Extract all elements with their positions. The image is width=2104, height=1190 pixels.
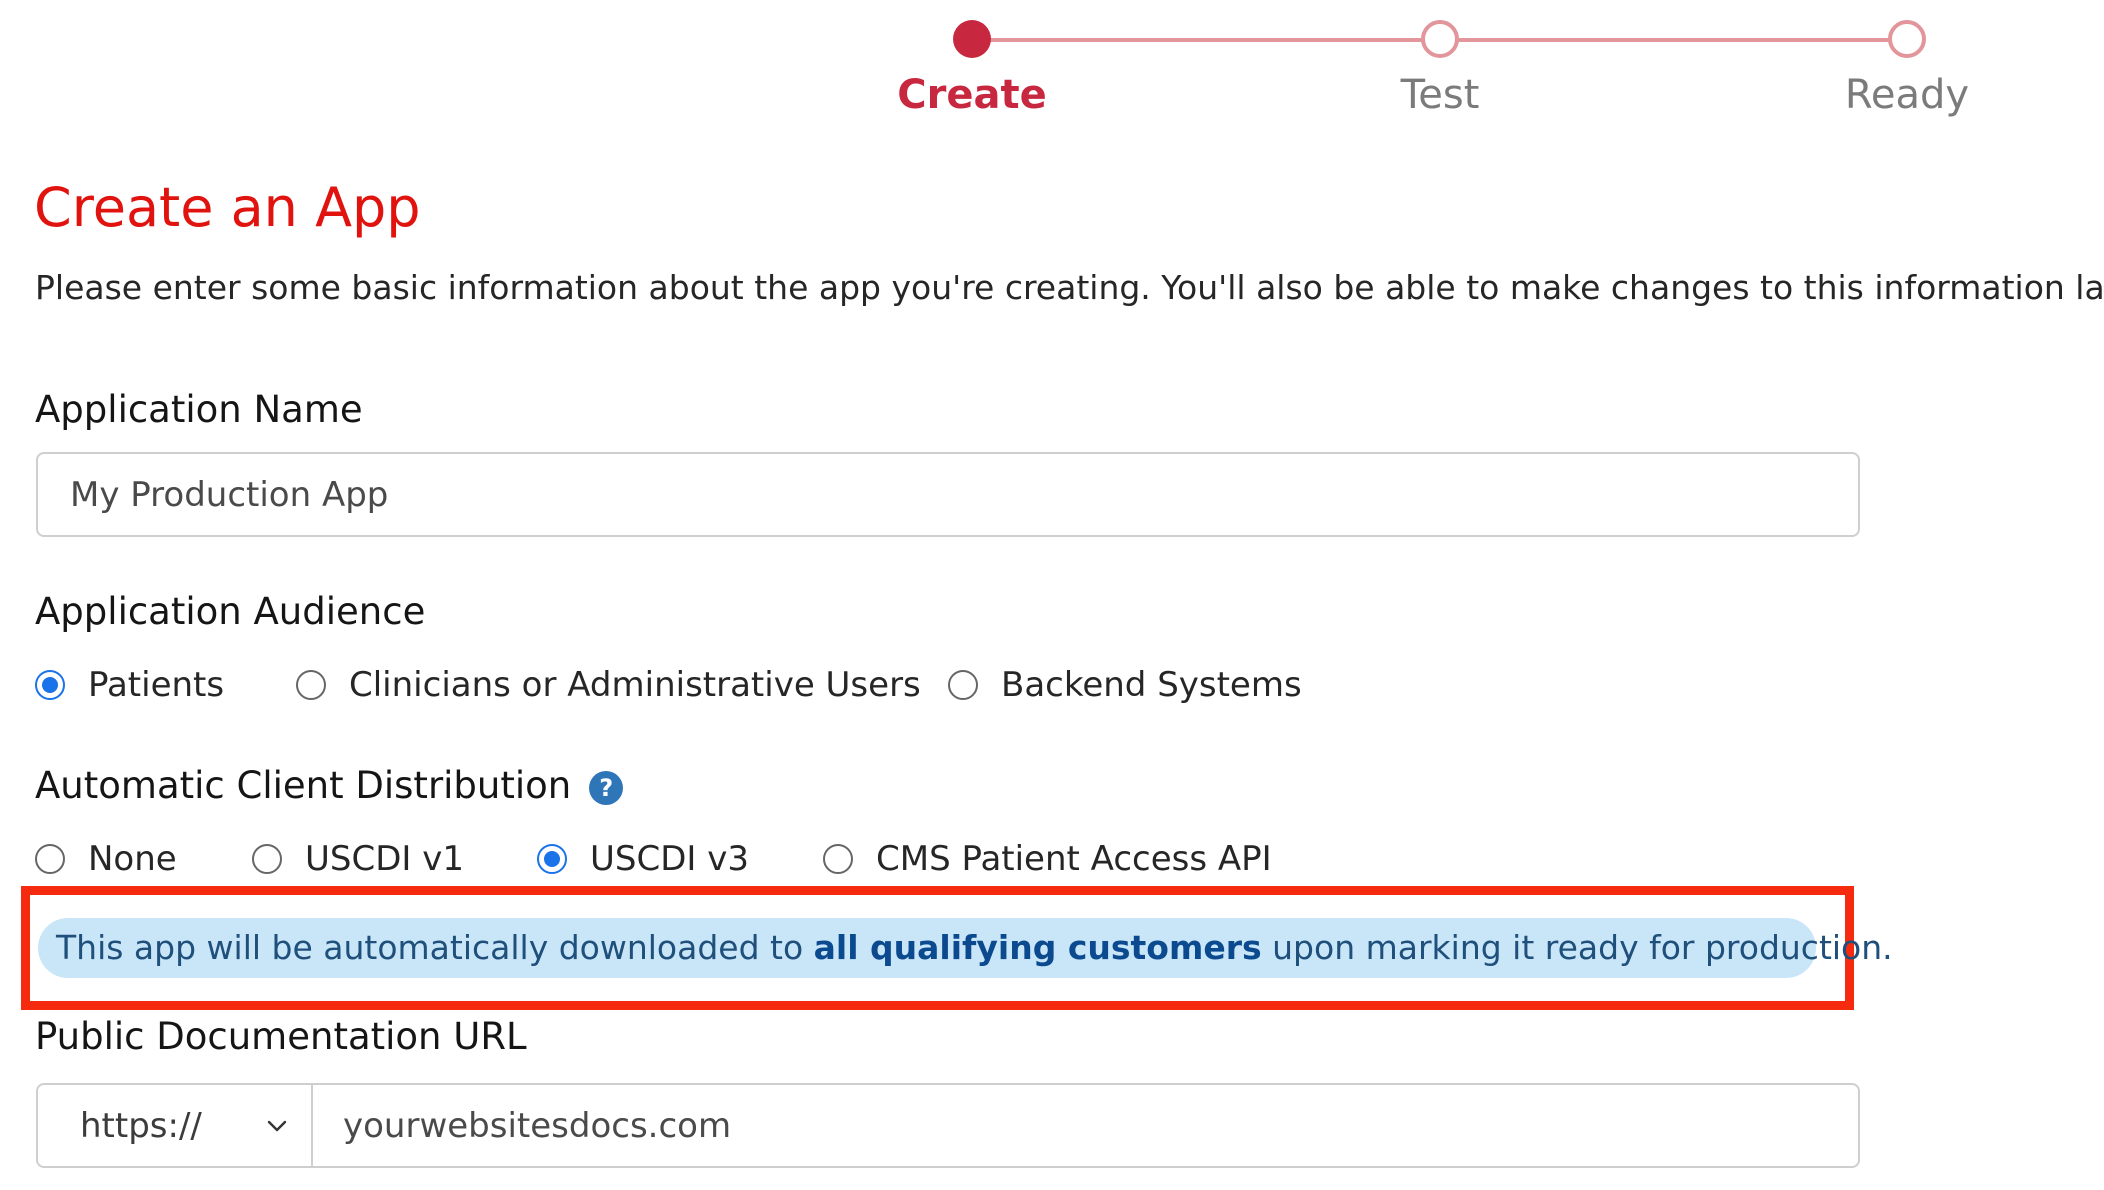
distribution-info-message: This app will be automatically downloade… bbox=[38, 918, 1893, 978]
stepper-line-create-test bbox=[972, 38, 1452, 42]
progress-stepper: Create Test Ready bbox=[0, 0, 2104, 130]
protocol-select-value: https:// bbox=[80, 1105, 202, 1146]
page-intro: Please enter some basic information abou… bbox=[35, 268, 2104, 307]
distribution-option-uscdi-v3[interactable]: USCDI v3 bbox=[537, 839, 823, 879]
distribution-option-none[interactable]: None bbox=[35, 839, 252, 879]
info-text-before: This app will be automatically downloade… bbox=[56, 928, 814, 967]
step-label-ready: Ready bbox=[1844, 72, 1970, 118]
distribution-option-label: USCDI v3 bbox=[590, 839, 749, 879]
step-dot-test bbox=[1421, 20, 1459, 58]
distribution-option-cms-patient-access[interactable]: CMS Patient Access API bbox=[823, 839, 1272, 879]
documentation-url-input[interactable] bbox=[313, 1085, 1858, 1166]
client-distribution-label-text: Automatic Client Distribution bbox=[35, 764, 572, 807]
audience-option-label: Backend Systems bbox=[1001, 665, 1302, 705]
audience-option-patients[interactable]: Patients bbox=[35, 665, 296, 705]
client-distribution-label: Automatic Client Distribution? bbox=[35, 764, 624, 807]
distribution-option-label: None bbox=[88, 839, 177, 879]
step-label-create: Create bbox=[897, 72, 1047, 118]
documentation-url-group: https:// bbox=[36, 1083, 1860, 1168]
distribution-option-label: USCDI v1 bbox=[305, 839, 464, 879]
audience-option-clinicians[interactable]: Clinicians or Administrative Users bbox=[296, 665, 948, 705]
documentation-url-label: Public Documentation URL bbox=[35, 1015, 527, 1058]
audience-option-backend[interactable]: Backend Systems bbox=[948, 665, 1302, 705]
step-dot-ready bbox=[1888, 20, 1926, 58]
chevron-down-icon bbox=[267, 1120, 287, 1131]
step-label-test: Test bbox=[1400, 72, 1480, 118]
radio-unselected-icon[interactable] bbox=[948, 670, 978, 700]
distribution-radio-group: None USCDI v1 USCDI v3 CMS Patient Acces… bbox=[35, 834, 1272, 884]
radio-unselected-icon[interactable] bbox=[35, 844, 65, 874]
radio-unselected-icon[interactable] bbox=[823, 844, 853, 874]
audience-option-label: Clinicians or Administrative Users bbox=[349, 665, 921, 705]
step-dot-create bbox=[953, 20, 991, 58]
radio-selected-icon[interactable] bbox=[537, 844, 567, 874]
protocol-select[interactable]: https:// bbox=[38, 1085, 313, 1166]
distribution-option-label: CMS Patient Access API bbox=[876, 839, 1272, 879]
page-title: Create an App bbox=[34, 176, 421, 239]
radio-unselected-icon[interactable] bbox=[252, 844, 282, 874]
info-text-bold: all qualifying customers bbox=[813, 928, 1262, 967]
application-audience-label: Application Audience bbox=[35, 590, 426, 633]
info-text-after: upon marking it ready for production. bbox=[1261, 928, 1893, 967]
distribution-option-uscdi-v1[interactable]: USCDI v1 bbox=[252, 839, 537, 879]
stepper-line-test-ready bbox=[1452, 38, 1921, 42]
audience-radio-group: Patients Clinicians or Administrative Us… bbox=[35, 660, 1302, 710]
radio-unselected-icon[interactable] bbox=[296, 670, 326, 700]
radio-selected-icon[interactable] bbox=[35, 670, 65, 700]
application-name-input[interactable] bbox=[36, 452, 1860, 537]
question-circle-icon[interactable]: ? bbox=[589, 771, 624, 805]
audience-option-label: Patients bbox=[88, 665, 225, 705]
application-name-label: Application Name bbox=[35, 388, 363, 431]
